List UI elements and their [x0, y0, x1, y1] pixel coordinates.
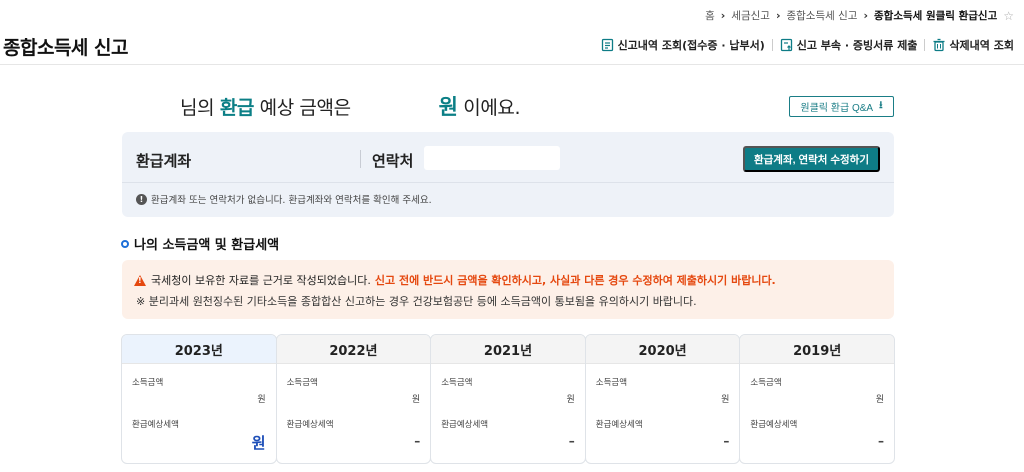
breadcrumb-current: 종합소득세 원클릭 환급신고 [874, 10, 998, 22]
warning-line-2: ※ 분리과세 원천징수된 기타소득을 종합합산 신고하는 경우 건강보험공단 등… [136, 295, 697, 308]
refund-label: 환급예상세액 [595, 420, 643, 430]
income-value: 원 [721, 395, 730, 405]
refund-value: – [568, 434, 575, 448]
download-icon: ⭳ [879, 100, 883, 111]
headline-accent: 환급 [219, 97, 255, 119]
warning-text-normal: 국세청이 보유한 자료를 근거로 작성되었습니다. [151, 274, 371, 287]
income-label: 소득금액 [132, 378, 164, 388]
submit-documents-label: 신고 부속 · 증빙서류 제출 [796, 39, 918, 52]
income-value: 원 [257, 395, 266, 405]
year-cards: 2023년 소득금액 원 환급예상세액 원 2022년 소득금액 원 환급예상세… [121, 334, 895, 464]
year-card-2021[interactable]: 2021년 소득금액 원 환급예상세액 – [430, 334, 586, 464]
breadcrumb-tax-filing[interactable]: 세금신고 [731, 8, 770, 23]
trash-icon [933, 38, 945, 52]
refund-label: 환급예상세액 [441, 420, 489, 430]
filing-history-label: 신고내역 조회(접수증 · 납부서) [617, 39, 765, 52]
income-value: 원 [566, 395, 575, 405]
year-tab[interactable]: 2021년 [431, 335, 585, 364]
qa-download-button[interactable]: 원클릭 환급 Q&A ⭳ [789, 96, 894, 117]
submit-documents-link[interactable]: 신고 부속 · 증빙서류 제출 [780, 37, 918, 53]
breadcrumb: 홈 › 세금신고 › 종합소득세 신고 › 종합소득세 원클릭 환급신고 ☆ [705, 8, 1014, 23]
account-box: 환급계좌 연락처 환급계좌, 연락처 수정하기 ! 환급계좌 또는 연락처가 없… [122, 132, 894, 217]
year-tab[interactable]: 2020년 [585, 335, 740, 364]
contact-value-field [424, 146, 560, 170]
account-notice: ! 환급계좌 또는 연락처가 없습니다. 환급계좌와 연락처를 확인해 주세요. [136, 192, 432, 206]
section-title-text: 나의 소득금액 및 환급세액 [134, 238, 280, 253]
headline-middle: 예상 금액은 [259, 97, 351, 119]
year-tab[interactable]: 2022년 [276, 335, 431, 364]
year-card-2019[interactable]: 2019년 소득금액 원 환급예상세액 – [739, 334, 895, 464]
income-label: 소득금액 [595, 378, 628, 388]
year-tab[interactable]: 2019년 [740, 335, 894, 364]
header-links: 신고내역 조회(접수증 · 납부서) 신고 부속 · 증빙서류 제출 삭제내역 … [601, 37, 1014, 53]
breadcrumb-separator: › [863, 9, 868, 22]
breadcrumb-separator: › [775, 9, 781, 22]
refund-value: – [414, 434, 421, 448]
header-divider [771, 39, 773, 51]
income-value: 원 [875, 395, 884, 405]
breadcrumb-income-tax[interactable]: 종합소득세 신고 [786, 8, 857, 23]
income-label: 소득금액 [750, 378, 782, 388]
page-title: 종합소득세 신고 [3, 37, 128, 59]
edit-account-contact-button[interactable]: 환급계좌, 연락처 수정하기 [743, 146, 880, 172]
filing-history-link[interactable]: 신고내역 조회(접수증 · 납부서) [601, 37, 765, 53]
income-value: 원 [411, 395, 421, 405]
year-card-2020[interactable]: 2020년 소득금액 원 환급예상세액 – [584, 334, 741, 464]
section-title: 나의 소득금액 및 환급세액 [121, 234, 279, 253]
favorite-star-icon[interactable]: ☆ [1003, 9, 1014, 23]
info-icon: ! [136, 193, 147, 205]
year-card-2022[interactable]: 2022년 소득금액 원 환급예상세액 – [275, 334, 432, 464]
refund-value: 원 [251, 434, 266, 452]
headline-prefix: 님의 [180, 97, 215, 119]
header-divider-line [0, 64, 1024, 65]
income-label: 소득금액 [286, 378, 318, 388]
breadcrumb-separator: › [720, 9, 726, 22]
warning-line-1: 국세청이 보유한 자료를 근거로 작성되었습니다. 신고 전에 반드시 금액을 … [134, 272, 776, 288]
account-rule [122, 182, 894, 183]
warning-box: 국세청이 보유한 자료를 근거로 작성되었습니다. 신고 전에 반드시 금액을 … [122, 260, 894, 319]
refund-label: 환급예상세액 [286, 420, 334, 430]
refund-headline: 님의 환급 예상 금액은 원 이에요. [180, 91, 521, 121]
headline-suffix: 이에요. [463, 97, 521, 119]
warning-icon [134, 274, 146, 286]
bullet-ring-icon [121, 239, 129, 248]
headline-won: 원 [438, 95, 458, 119]
year-card-2023[interactable]: 2023년 소득금액 원 환급예상세액 원 [121, 334, 277, 464]
refund-value: – [877, 434, 884, 448]
warning-text-red: 신고 전에 반드시 금액을 확인하시고, 사실과 다른 경우 수정하여 제출하시… [374, 274, 776, 287]
breadcrumb-home[interactable]: 홈 [705, 8, 715, 23]
account-notice-text: 환급계좌 또는 연락처가 없습니다. 환급계좌와 연락처를 확인해 주세요. [151, 195, 432, 206]
refund-value: – [723, 434, 730, 448]
document-upload-icon [780, 38, 792, 52]
deleted-history-label: 삭제내역 조회 [949, 39, 1014, 52]
refund-account-label: 환급계좌 [136, 152, 192, 170]
document-list-icon [601, 38, 613, 52]
year-tab[interactable]: 2023년 [122, 335, 276, 364]
deleted-history-link[interactable]: 삭제내역 조회 [932, 37, 1014, 53]
income-label: 소득금액 [441, 378, 473, 388]
header-divider [924, 39, 926, 51]
refund-label: 환급예상세액 [132, 420, 179, 430]
qa-button-label: 원클릭 환급 Q&A [800, 103, 874, 114]
contact-label: 연락처 [372, 152, 414, 170]
account-divider [360, 150, 361, 168]
refund-label: 환급예상세액 [750, 420, 798, 430]
